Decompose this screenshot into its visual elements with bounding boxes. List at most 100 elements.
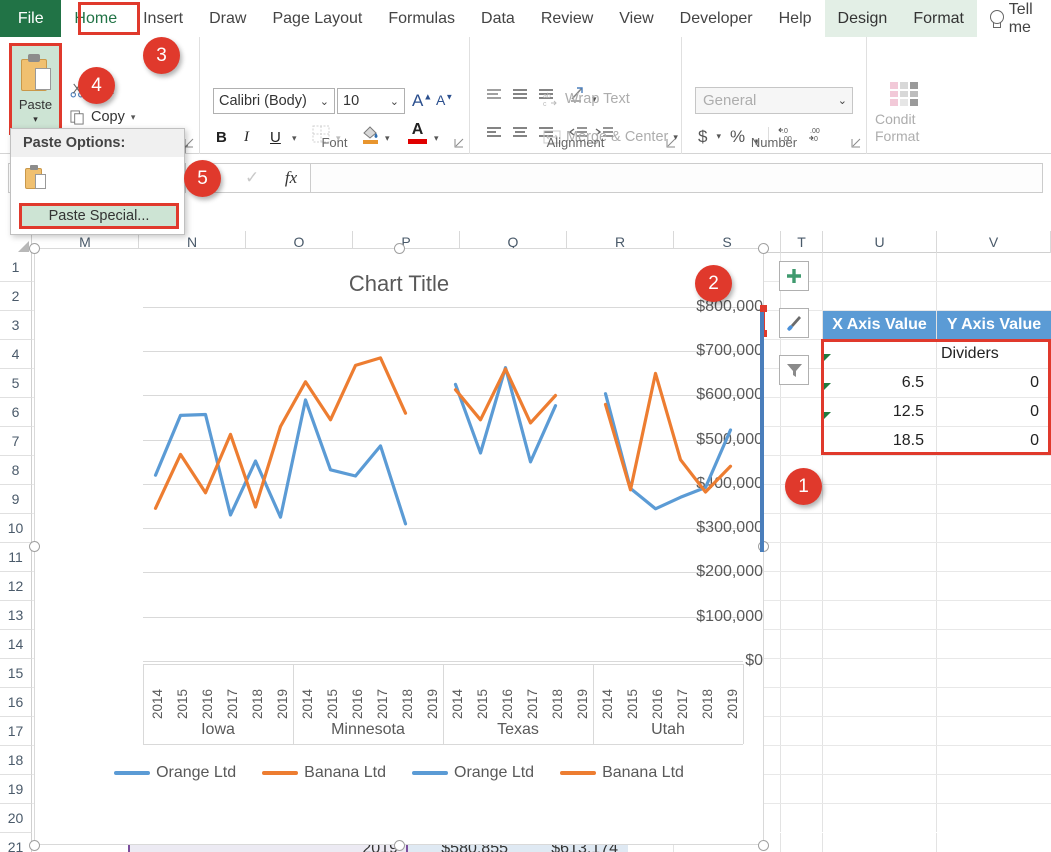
legend-item-1[interactable]: Banana Ltd (262, 764, 386, 782)
tab-help[interactable]: Help (766, 0, 825, 37)
tab-review[interactable]: Review (528, 0, 606, 37)
x-axis-year-tick: 2017 (375, 688, 390, 719)
paste-special-menu-item[interactable]: Paste Special... (19, 203, 179, 229)
tab-file[interactable]: File (0, 0, 62, 37)
x-axis-year-tick: 2016 (500, 688, 515, 719)
legend-label: Banana Ltd (304, 764, 386, 781)
chart-elements-button[interactable] (779, 261, 809, 291)
paste-keep-formatting-icon[interactable] (25, 165, 47, 191)
paste-dropdown-caret[interactable]: ▾ (33, 114, 38, 125)
col-label: T (797, 234, 806, 250)
font-name-combobox[interactable]: Calibri (Body) ⌄ (213, 88, 335, 114)
highlight-home-tab (78, 2, 140, 35)
font-dialog-launcher[interactable] (454, 138, 464, 148)
enter-formula-icon[interactable]: ✓ (245, 168, 259, 188)
series-line-0[interactable] (153, 398, 408, 526)
row-label: 18 (7, 752, 24, 768)
align-top-button[interactable] (484, 87, 504, 108)
row-header-2[interactable]: 2 (0, 282, 32, 311)
x-axis-year-tick: 2015 (475, 688, 490, 719)
number-format-combobox[interactable]: General ⌄ (695, 87, 853, 114)
chart-title[interactable]: Chart Title (35, 271, 763, 297)
conditional-formatting-button[interactable]: Condit Format (875, 111, 919, 145)
row-header-7[interactable]: 7 (0, 427, 32, 456)
tab-page-layout[interactable]: Page Layout (259, 0, 375, 37)
row-header-15[interactable]: 15 (0, 659, 32, 688)
chart-styles-button[interactable] (779, 308, 809, 338)
tab-data[interactable]: Data (468, 0, 528, 37)
row-header-14[interactable]: 14 (0, 630, 32, 659)
column-header-T[interactable]: T (781, 231, 823, 253)
clipboard-dialog-launcher[interactable] (184, 138, 194, 148)
tab-design[interactable]: Design (824, 0, 901, 37)
legend-item-3[interactable]: Banana Ltd (560, 764, 684, 782)
wrap-text-button[interactable]: ab c Wrap Text (543, 91, 630, 107)
row-header-5[interactable]: 5 (0, 369, 32, 398)
formula-input[interactable] (310, 163, 1043, 193)
table-header-y-axis-value[interactable]: Y Axis Value (937, 311, 1051, 339)
row-header-1[interactable]: 1 (0, 253, 32, 282)
align-middle-button[interactable] (510, 87, 530, 108)
row-header-8[interactable]: 8 (0, 456, 32, 485)
ribbon-group-number: General ⌄ $ ▾ % , .0 .00 .00 .0 Number (682, 37, 867, 154)
copy-caret-icon[interactable]: ▾ (131, 112, 136, 123)
series-line-0[interactable] (453, 365, 558, 464)
series-line-1[interactable] (453, 367, 558, 425)
row-header-21[interactable]: 21 (0, 833, 32, 852)
font-size-value: 10 (343, 93, 360, 109)
tab-insert[interactable]: Insert (130, 0, 196, 37)
alignment-dialog-launcher[interactable] (666, 138, 676, 148)
table-header-x-axis-value[interactable]: X Axis Value (823, 311, 936, 339)
row-header-9[interactable]: 9 (0, 485, 32, 514)
row-header-16[interactable]: 16 (0, 688, 32, 717)
tab-draw-label: Draw (209, 9, 247, 27)
row-header-18[interactable]: 18 (0, 746, 32, 775)
x-axis-year-tick: 2016 (200, 688, 215, 719)
tab-draw[interactable]: Draw (196, 0, 259, 37)
chart-handle-ml[interactable] (29, 541, 40, 552)
excel-window: File Home Insert Draw Page Layout Formul… (0, 0, 1051, 852)
tell-me-box[interactable]: Tell me (977, 0, 1051, 37)
insert-function-icon[interactable]: fx (285, 168, 297, 188)
row-header-20[interactable]: 20 (0, 804, 32, 833)
decrease-font-size-button[interactable]: A▼ (436, 92, 453, 108)
paste-options-menu[interactable]: Paste Options: Paste Special... (10, 128, 185, 235)
chart-handle-tr[interactable] (758, 243, 769, 254)
series-line-1[interactable] (153, 356, 408, 510)
font-size-combobox[interactable]: 10 ⌄ (337, 88, 405, 114)
copy-button[interactable]: Copy ▾ (70, 109, 135, 125)
row-label: 13 (7, 607, 24, 623)
row-label: 17 (7, 723, 24, 739)
increase-font-size-button[interactable]: A▲ (412, 91, 432, 111)
row-header-19[interactable]: 19 (0, 775, 32, 804)
row-header-6[interactable]: 6 (0, 398, 32, 427)
chart-legend[interactable]: Orange Ltd Banana Ltd Orange Ltd Banana … (35, 764, 763, 782)
tab-formulas[interactable]: Formulas (375, 0, 468, 37)
chart-filter-button[interactable] (779, 355, 809, 385)
chart-handle-bl[interactable] (29, 840, 40, 851)
paste-button[interactable]: Paste ▾ (9, 43, 62, 135)
x-axis-year-tick: 2015 (325, 688, 340, 719)
chart-handle-bc[interactable] (394, 840, 405, 851)
legend-item-0[interactable]: Orange Ltd (114, 764, 236, 782)
legend-item-2[interactable]: Orange Ltd (412, 764, 534, 782)
row-header-11[interactable]: 11 (0, 543, 32, 572)
row-header-3[interactable]: 3 (0, 311, 32, 340)
chart-handle-tl[interactable] (29, 243, 40, 254)
column-header-U[interactable]: U (823, 231, 937, 253)
number-dialog-launcher[interactable] (851, 138, 861, 148)
column-header-V[interactable]: V (937, 231, 1051, 253)
chart-handle-tc[interactable] (394, 243, 405, 254)
row-header-10[interactable]: 10 (0, 514, 32, 543)
row-header-4[interactable]: 4 (0, 340, 32, 369)
svg-text:c: c (543, 101, 547, 107)
row-header-13[interactable]: 13 (0, 601, 32, 630)
chart-object[interactable]: Chart Title $800,000 $700,000 $600,000 $… (29, 243, 769, 851)
chart-handle-br[interactable] (758, 840, 769, 851)
tab-view[interactable]: View (606, 0, 666, 37)
x-axis-year-tick: 2016 (650, 688, 665, 719)
row-header-12[interactable]: 12 (0, 572, 32, 601)
tab-format[interactable]: Format (900, 0, 977, 37)
row-header-17[interactable]: 17 (0, 717, 32, 746)
tab-developer[interactable]: Developer (667, 0, 766, 37)
